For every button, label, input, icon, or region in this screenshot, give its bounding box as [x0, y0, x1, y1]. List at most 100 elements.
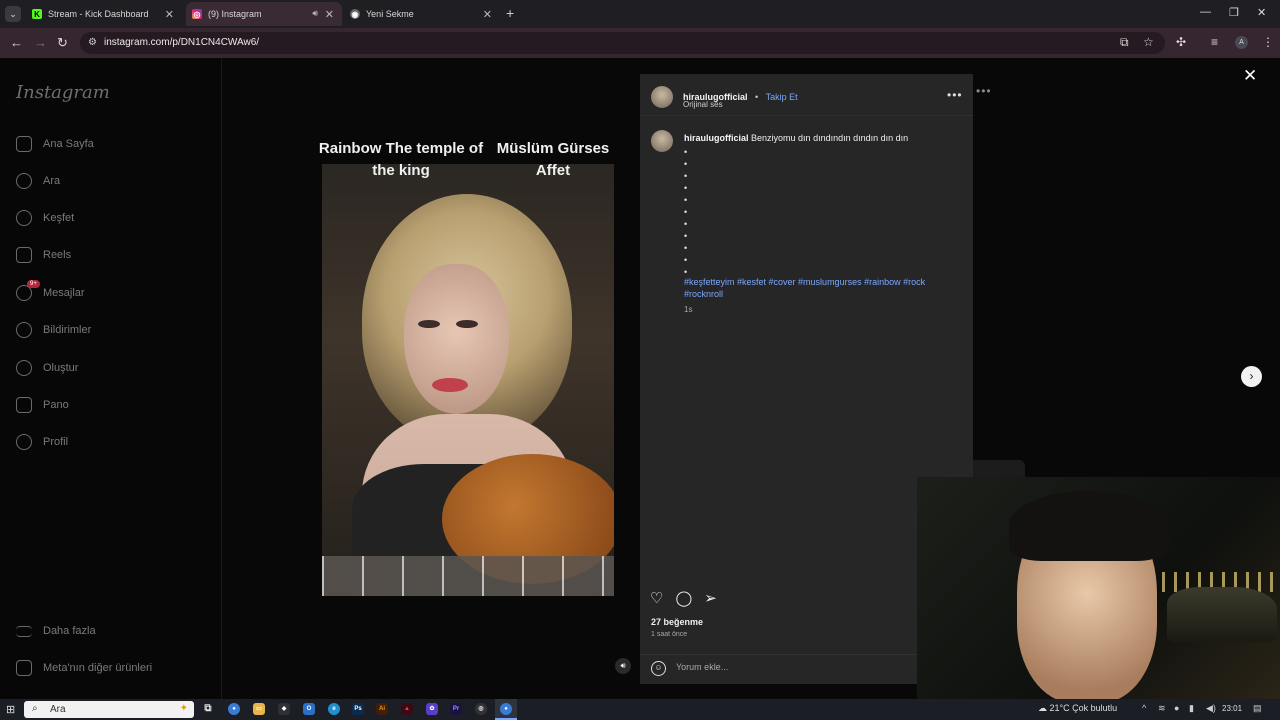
- store-icon[interactable]: ◆: [278, 703, 290, 715]
- tab-new-tab[interactable]: ◉ Yeni Sekme ✕: [344, 2, 500, 26]
- sidebar-item-label: Oluştur: [43, 362, 79, 374]
- chrome-taskbar-icon: ●: [500, 703, 512, 715]
- windows-start-icon[interactable]: ⊞: [6, 703, 15, 716]
- sidebar-item-label: Profil: [43, 436, 69, 448]
- weather-widget[interactable]: ☁ 21°C Çok bulutlu: [1038, 703, 1117, 714]
- sidebar-more[interactable]: Daha fazla: [16, 620, 96, 642]
- media-controls-icon[interactable]: ≡: [1211, 35, 1218, 49]
- close-modal-icon[interactable]: ✕: [1243, 66, 1257, 86]
- comment-input[interactable]: [676, 662, 936, 672]
- post-timestamp: 1 saat önce: [651, 631, 688, 638]
- chrome-taskbar-icon[interactable]: ●: [228, 703, 240, 715]
- forward-icon[interactable]: →: [34, 35, 47, 50]
- notifications-icon[interactable]: ▤: [1253, 703, 1262, 714]
- browser-tab-bar: ⌄ K Stream - Kick Dashboard ✕ ◎ (9) Inst…: [0, 0, 1280, 28]
- back-icon[interactable]: ←: [10, 35, 23, 50]
- volume-icon[interactable]: ◀): [1206, 703, 1216, 714]
- instagram-logo[interactable]: Instagram: [16, 82, 110, 103]
- video-caption-right: Müslüm Gürses Affet: [496, 140, 610, 179]
- url-text: instagram.com/p/DN1CN4CWAw6/: [104, 37, 260, 48]
- close-tab-icon[interactable]: ✕: [325, 8, 334, 21]
- install-app-icon[interactable]: ⧉: [1120, 35, 1129, 50]
- sidebar-item-messages[interactable]: 9+ Mesajlar: [16, 280, 85, 304]
- sidebar-item-label: Meta'nın diğer ürünleri: [43, 662, 153, 674]
- file-explorer-icon[interactable]: ▭: [253, 703, 265, 715]
- meta-apps-icon: [16, 660, 32, 676]
- sidebar-item-reels[interactable]: Reels: [16, 244, 71, 266]
- bookmark-star-icon[interactable]: ☆: [1143, 35, 1154, 49]
- tab-instagram[interactable]: ◎ (9) Instagram 🔊︎ ✕: [186, 2, 342, 26]
- obs-icon[interactable]: ◎: [475, 703, 487, 715]
- site-info-icon[interactable]: ⚙: [88, 37, 97, 48]
- tab-search-button[interactable]: ⌄: [5, 6, 21, 22]
- speaker-icon[interactable]: 🔊︎: [312, 8, 318, 19]
- close-tab-icon[interactable]: ✕: [483, 8, 492, 21]
- follow-button[interactable]: Takip Et: [766, 92, 798, 102]
- sidebar-item-label: Pano: [43, 399, 69, 411]
- sidebar-item-explore[interactable]: Keşfet: [16, 207, 74, 229]
- sidebar-item-search[interactable]: Ara: [16, 170, 60, 192]
- photoshop-icon[interactable]: Ps: [352, 703, 364, 715]
- original-audio-link[interactable]: Orijinal ses: [683, 100, 723, 109]
- sidebar-item-label: Daha fazla: [43, 625, 96, 637]
- comment-icon[interactable]: ◯: [675, 589, 692, 607]
- search-icon: ⌕: [32, 703, 38, 714]
- unread-badge: 9+: [27, 280, 40, 288]
- post-options-icon[interactable]: •••: [947, 88, 963, 102]
- mute-toggle-icon[interactable]: 🔊︎: [615, 658, 631, 674]
- caption-username[interactable]: hiraulugofficial: [684, 133, 749, 143]
- microphone-icon[interactable]: ●: [1174, 703, 1179, 713]
- like-count[interactable]: 27 beğenme: [651, 617, 703, 627]
- share-send-icon[interactable]: ➢: [704, 589, 717, 607]
- sidebar: Instagram Ana Sayfa Ara Keşfet Reels 9+ …: [0, 58, 222, 699]
- taskbar-search-field[interactable]: ⌕ Ara ✦: [24, 701, 194, 718]
- chrome-icon: ◉: [350, 9, 360, 19]
- reload-icon[interactable]: ↻: [57, 35, 68, 51]
- caption-time: 1s: [684, 305, 693, 314]
- edge-icon[interactable]: e: [328, 703, 340, 715]
- video-caption-left: Rainbow The temple of the king: [318, 140, 484, 179]
- video-subject-eye: [456, 320, 478, 328]
- caption-hashtags[interactable]: #keşfetteyim #kesfet #cover #muslumgurse…: [684, 276, 944, 300]
- active-taskbar-app[interactable]: ●: [495, 699, 517, 720]
- sidebar-item-profile[interactable]: Profil: [16, 431, 68, 453]
- premiere-red-icon[interactable]: ▲: [401, 703, 413, 715]
- search-icon: [16, 173, 32, 189]
- sidebar-item-home[interactable]: Ana Sayfa: [16, 133, 94, 155]
- close-window-icon[interactable]: ✕: [1257, 6, 1266, 19]
- sidebar-meta-products[interactable]: Meta'nın diğer ürünleri: [16, 657, 152, 679]
- weather-text: 21°C Çok bulutlu: [1049, 703, 1118, 713]
- battery-icon[interactable]: ▮: [1189, 703, 1194, 714]
- wifi-icon[interactable]: ≋: [1158, 703, 1166, 714]
- guitar-fretboard: [322, 556, 614, 596]
- minimize-icon[interactable]: —: [1200, 6, 1211, 18]
- browser-menu-icon[interactable]: ⋮: [1262, 35, 1274, 49]
- emoji-icon[interactable]: ☺: [651, 661, 666, 676]
- compass-icon: [16, 210, 32, 226]
- sidebar-item-dashboard[interactable]: Pano: [16, 394, 69, 416]
- tab-title: (9) Instagram: [208, 9, 262, 19]
- heart-icon: [16, 322, 32, 338]
- tray-chevron-icon[interactable]: ^: [1142, 703, 1146, 713]
- restore-icon[interactable]: ❐: [1229, 6, 1239, 19]
- sidebar-item-notifications[interactable]: Bildirimler: [16, 319, 91, 341]
- task-view-icon[interactable]: ⧉: [202, 703, 214, 715]
- tab-kick-dashboard[interactable]: K Stream - Kick Dashboard ✕: [26, 2, 182, 26]
- reel-video[interactable]: [322, 164, 614, 596]
- close-tab-icon[interactable]: ✕: [165, 8, 174, 21]
- next-post-icon[interactable]: ›: [1241, 366, 1262, 387]
- extensions-icon[interactable]: ✣: [1176, 35, 1186, 49]
- post-actions: ♡ ◯ ➢: [650, 589, 717, 607]
- app-icon[interactable]: ✿: [426, 703, 438, 715]
- illustrator-icon[interactable]: Ai: [376, 703, 388, 715]
- outlook-icon[interactable]: O: [303, 703, 315, 715]
- sidebar-item-create[interactable]: Oluştur: [16, 357, 78, 379]
- caption-author-avatar[interactable]: [651, 130, 673, 152]
- premiere-icon[interactable]: Pr: [450, 703, 462, 715]
- like-heart-icon[interactable]: ♡: [650, 589, 663, 607]
- author-avatar[interactable]: [651, 86, 673, 108]
- url-field[interactable]: ⚙ instagram.com/p/DN1CN4CWAw6/: [80, 32, 1165, 54]
- new-tab-button[interactable]: +: [506, 5, 514, 21]
- profile-avatar[interactable]: A: [1235, 36, 1248, 49]
- taskbar-clock[interactable]: 23:01: [1222, 704, 1242, 713]
